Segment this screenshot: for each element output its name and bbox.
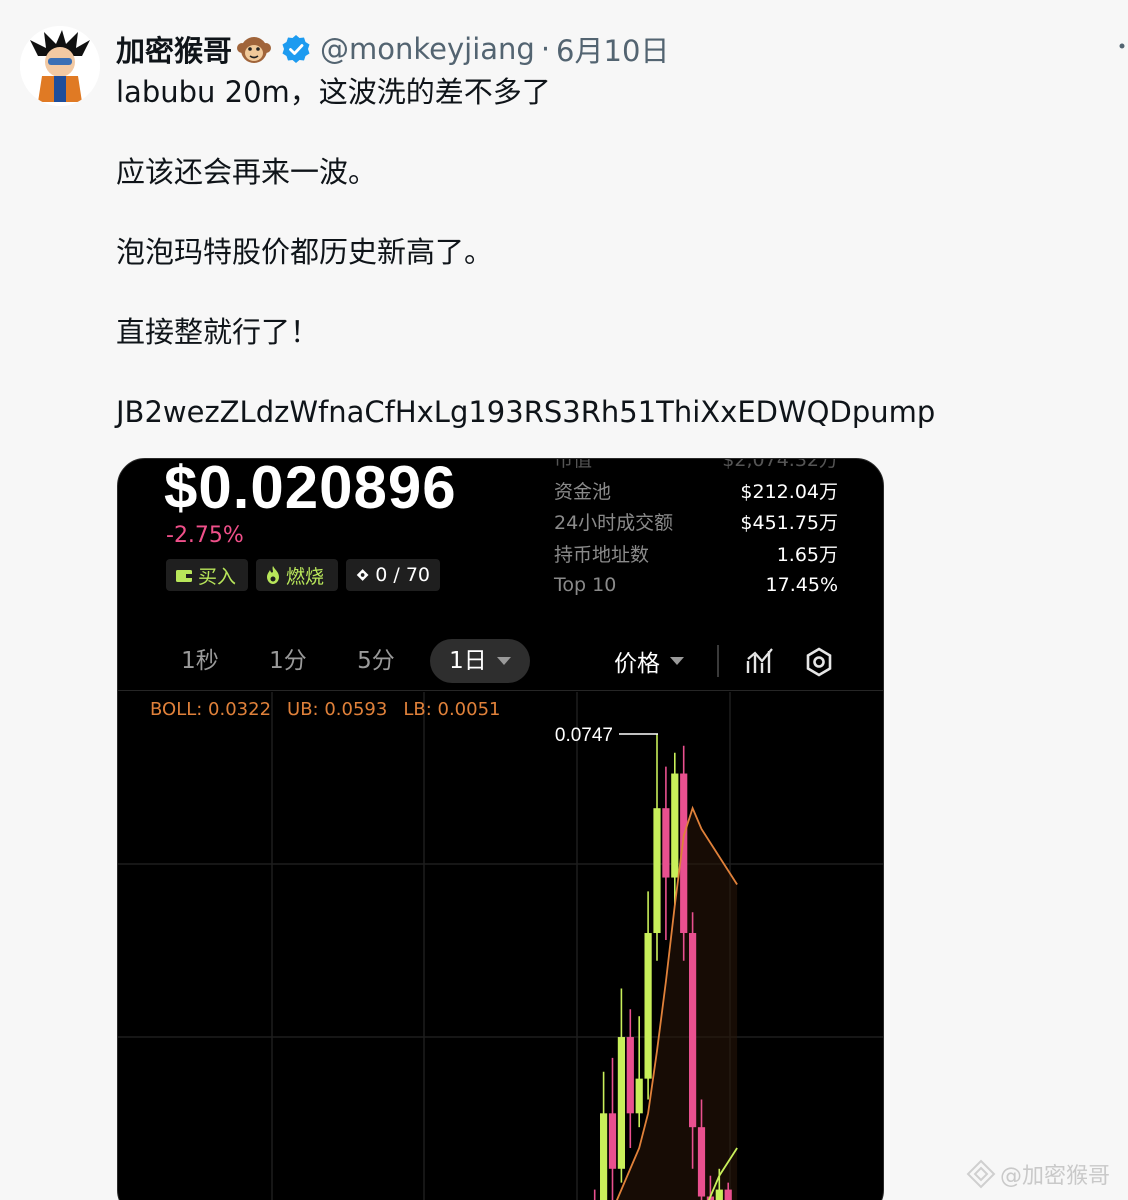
stat-row: 持币地址数 1.65万 xyxy=(554,538,838,570)
tweet-line: 泡泡玛特股价都历史新高了。 xyxy=(116,235,494,269)
stat-row: 资金池 $212.04万 xyxy=(554,475,838,507)
burn-button[interactable]: 燃烧 xyxy=(256,559,338,591)
watermark-text: @加密猴哥 xyxy=(1000,1164,1111,1189)
boll-indicator: BOLL: 0.0322 UB: 0.0593 LB: 0.0051 xyxy=(150,699,500,720)
toolbar-divider xyxy=(717,645,719,677)
contract-address[interactable]: JB2wezZLdzWfnaCfHxLg193RS3Rh51ThiXxEDWQD… xyxy=(116,392,1106,432)
ub-value: UB: 0.0593 xyxy=(287,699,388,720)
candle-body xyxy=(626,1037,634,1114)
candle-body xyxy=(608,1113,617,1169)
binance-square-icon xyxy=(966,1159,996,1189)
tweet-date[interactable]: 6月10日 xyxy=(556,28,669,70)
candle-body xyxy=(715,1189,723,1200)
avatar-image xyxy=(20,26,100,106)
watermark: @加密猴哥 xyxy=(966,1158,1110,1190)
timeframe-1d[interactable]: 1日 xyxy=(430,639,530,683)
timeframe-1s[interactable]: 1秒 xyxy=(176,639,224,683)
candle-body xyxy=(617,1037,625,1169)
candle-body xyxy=(662,808,670,878)
stat-value: $451.75万 xyxy=(740,512,838,535)
timeframe-5m[interactable]: 5分 xyxy=(352,639,400,683)
flame-icon xyxy=(267,566,279,584)
buy-button[interactable]: 买入 xyxy=(166,559,248,591)
stat-row: 24小时成交额 $451.75万 xyxy=(554,506,838,538)
stat-label: Top 10 xyxy=(554,573,617,596)
stat-row: Top 10 17.45% xyxy=(554,569,838,601)
wallet-icon xyxy=(176,570,192,582)
timeframe-1m[interactable]: 1分 xyxy=(264,639,312,683)
stat-row: 市值 $2,074.32万 xyxy=(554,458,838,475)
avatar[interactable] xyxy=(20,26,100,106)
candle-body xyxy=(653,808,661,934)
boll-value: BOLL: 0.0322 xyxy=(150,699,272,720)
chevron-down-icon xyxy=(496,657,511,665)
candle-body xyxy=(600,1113,608,1200)
tweet-header: 加密猴哥 @monkeyjiang · 6月10日 xyxy=(116,28,669,70)
stat-label: 24小时成交额 xyxy=(554,512,674,535)
tweet-text: labubu 20m，这波洗的差不多了 应该还会再来一波。 泡泡玛特股价都历史新… xyxy=(116,72,1106,472)
candle-body xyxy=(644,933,652,1079)
candlestick-chart[interactable]: 0.0747 xyxy=(118,692,884,1200)
author-handle[interactable]: @monkeyjiang xyxy=(320,32,535,66)
verified-badge-icon xyxy=(280,33,312,65)
stat-value: 1.65万 xyxy=(776,543,838,566)
price-change: -2.75% xyxy=(166,523,244,548)
candle-body xyxy=(671,773,679,878)
candle-body xyxy=(689,933,697,1128)
tweet-line: 应该还会再来一波。 xyxy=(116,155,378,189)
settings-icon[interactable] xyxy=(804,647,834,677)
chevron-down-icon xyxy=(670,657,684,665)
tweet-line: labubu 20m，这波洗的差不多了 xyxy=(116,75,551,109)
monkey-emoji-icon xyxy=(236,31,272,67)
separator-dot: · xyxy=(540,32,551,66)
stat-label: 市值 xyxy=(554,458,593,472)
candle-body xyxy=(697,1127,706,1197)
more-options-icon[interactable] xyxy=(1118,42,1128,62)
tweet-line: 直接整就行了！ xyxy=(116,315,320,349)
stat-label: 资金池 xyxy=(554,480,612,503)
stat-value: 17.45% xyxy=(765,573,838,596)
chart-toolbar: 1秒 1分 5分 1日 价格 xyxy=(118,635,883,691)
candle-body xyxy=(635,1078,643,1114)
high-price-label: 0.0747 xyxy=(555,725,613,746)
timeframe-1d-label: 1日 xyxy=(449,648,487,674)
price-select-label: 价格 xyxy=(614,651,660,677)
snipe-count: 0 / 70 xyxy=(375,564,430,586)
price-select[interactable]: 价格 xyxy=(614,639,684,683)
token-stats: 市值 $2,074.32万 资金池 $212.04万 24小时成交额 $451.… xyxy=(554,458,838,601)
tweet-media-image[interactable]: $0.020896 -2.75% 买入 燃烧 0 / 70 市值 $2,074.… xyxy=(117,458,884,1200)
burn-label: 燃烧 xyxy=(286,565,325,588)
token-price: $0.020896 xyxy=(164,458,457,521)
lb-value: LB: 0.0051 xyxy=(403,699,501,720)
stat-value: $2,074.32万 xyxy=(722,458,838,472)
stat-label: 持币地址数 xyxy=(554,543,650,566)
buy-label: 买入 xyxy=(198,565,237,588)
target-icon xyxy=(356,569,369,581)
snipe-counter[interactable]: 0 / 70 xyxy=(346,559,440,591)
stat-value: $212.04万 xyxy=(740,480,838,503)
display-name[interactable]: 加密猴哥 xyxy=(116,28,232,70)
indicator-icon[interactable] xyxy=(746,647,774,675)
candle-body xyxy=(724,1189,732,1200)
